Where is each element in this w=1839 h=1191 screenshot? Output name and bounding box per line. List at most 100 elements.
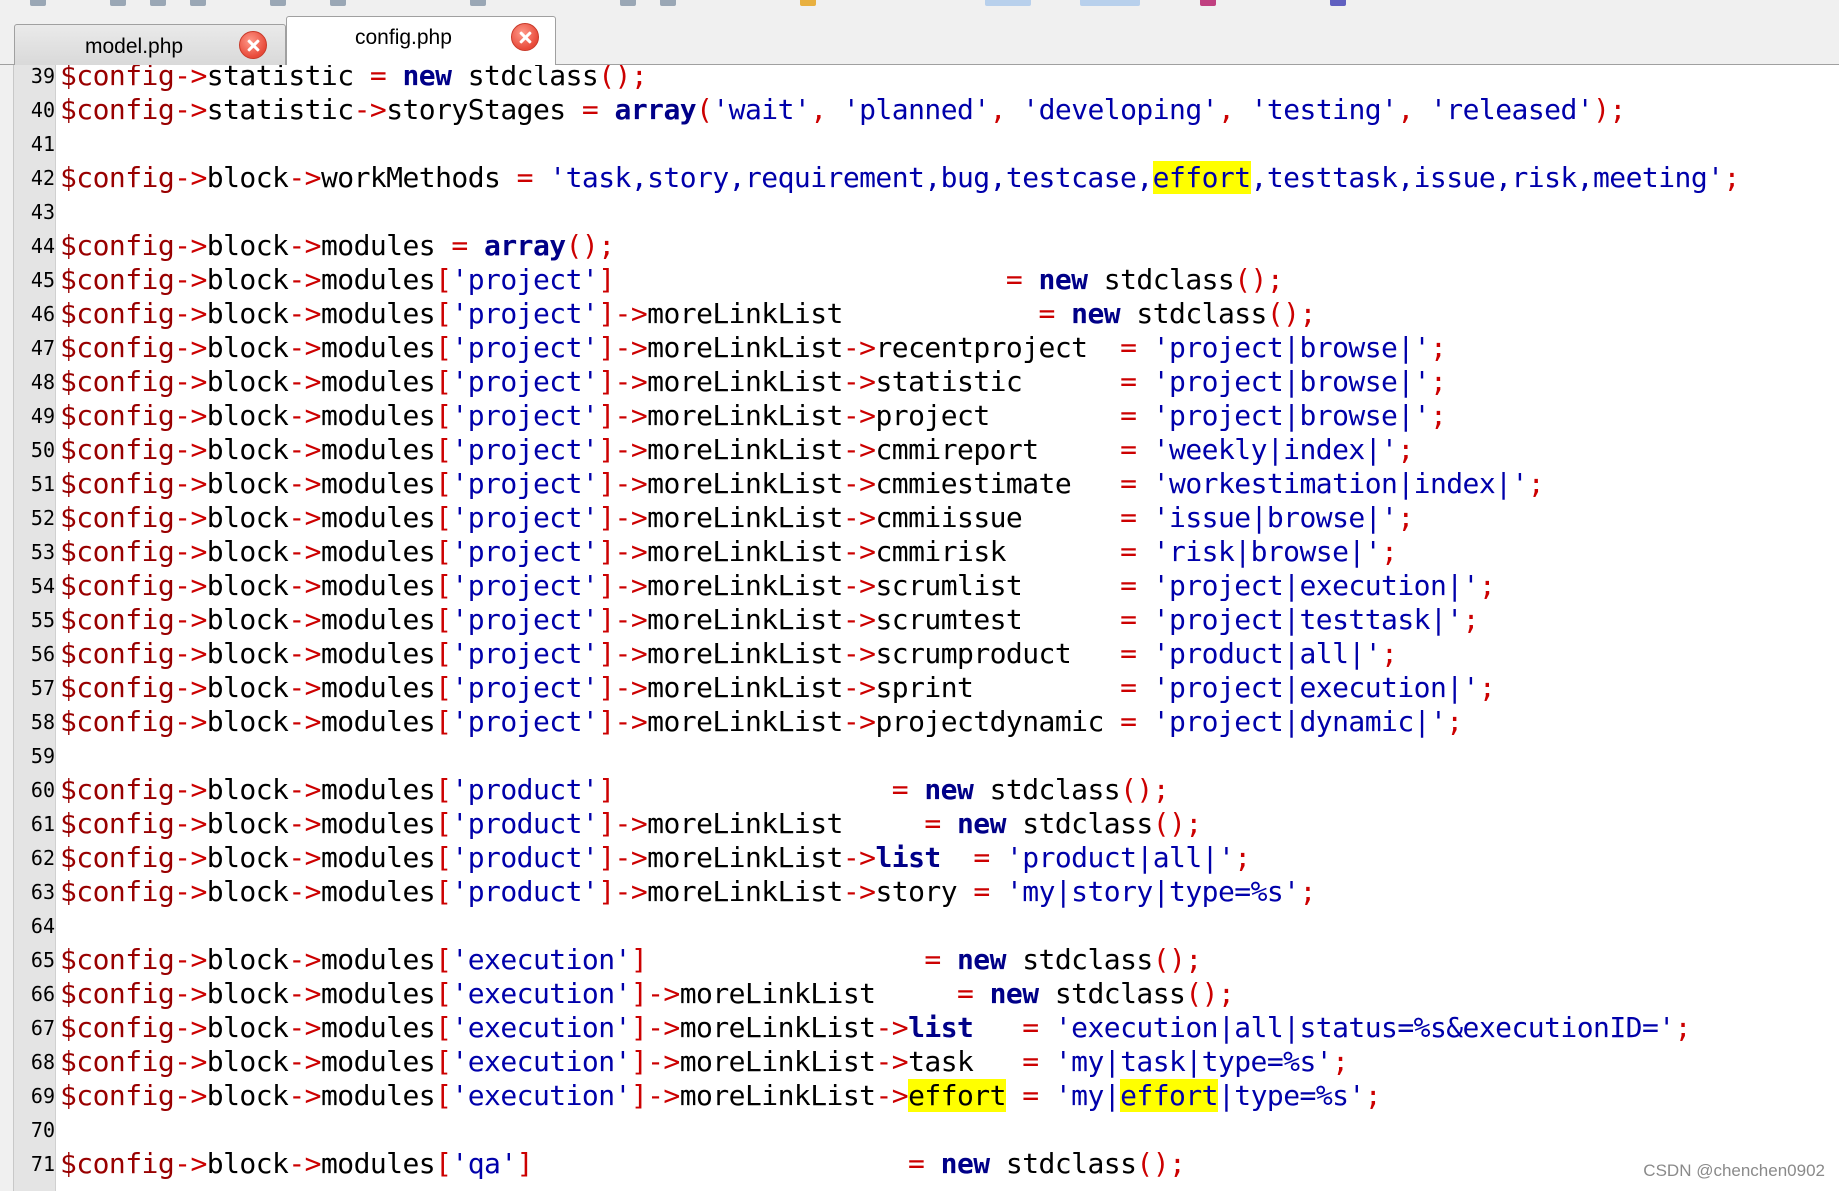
code-line[interactable]: 48 $config->block->modules['project']->mo… bbox=[0, 365, 1839, 399]
code-line[interactable]: 55 $config->block->modules['project']->mo… bbox=[0, 603, 1839, 637]
code-token: -> bbox=[842, 705, 876, 738]
toolbar-icon[interactable] bbox=[985, 0, 1031, 6]
code-line[interactable]: 49 $config->block->modules['project']->mo… bbox=[0, 399, 1839, 433]
tab-label: config.php bbox=[355, 26, 452, 49]
code-token: -> bbox=[288, 161, 321, 194]
code-line[interactable]: 62 $config->block->modules['product']->mo… bbox=[0, 841, 1839, 875]
tab-config-php[interactable]: config.php bbox=[286, 16, 556, 66]
toolbar-icon[interactable] bbox=[30, 0, 46, 6]
code-line[interactable]: 54 $config->block->modules['project']->mo… bbox=[0, 569, 1839, 603]
code-area[interactable]: 39 $config->statistic = new stdclass(); 40… bbox=[0, 65, 1839, 1191]
code-token: moreLinkList bbox=[647, 501, 843, 534]
code-line[interactable]: 40 $config->statistic->storyStages = arra… bbox=[0, 93, 1839, 127]
code-token: array bbox=[614, 93, 697, 126]
code-line[interactable]: 41 bbox=[0, 127, 1839, 161]
code-line[interactable]: 56 $config->block->modules['project']->mo… bbox=[0, 637, 1839, 671]
code-token: block bbox=[206, 1079, 289, 1112]
code-token: = bbox=[1120, 603, 1137, 636]
code-token: = bbox=[581, 93, 599, 126]
close-icon[interactable] bbox=[239, 31, 267, 59]
code-token: 'product' bbox=[451, 773, 599, 806]
code-token: block bbox=[206, 467, 289, 500]
code-token: 'developing' bbox=[1022, 93, 1218, 126]
code-line[interactable]: 42 $config->block->workMethods = 'task,st… bbox=[0, 161, 1839, 195]
code-token: -> bbox=[288, 569, 321, 602]
toolbar-icon[interactable] bbox=[620, 0, 636, 6]
code-line[interactable]: 67 $config->block->modules['execution']->… bbox=[0, 1011, 1839, 1045]
code-line[interactable]: 57 $config->block->modules['project']->mo… bbox=[0, 671, 1839, 705]
code-line[interactable]: 43 bbox=[0, 195, 1839, 229]
code-token: 'wait' bbox=[712, 93, 811, 126]
code-line[interactable]: 52 $config->block->modules['project']->mo… bbox=[0, 501, 1839, 535]
code-token: ; bbox=[1446, 705, 1463, 738]
toolbar-icon[interactable] bbox=[1330, 0, 1346, 6]
code-token: ]-> bbox=[598, 535, 648, 568]
code-line[interactable]: 59 bbox=[0, 739, 1839, 773]
code-line[interactable]: 63 $config->block->modules['product']->mo… bbox=[0, 875, 1839, 909]
toolbar-icon[interactable] bbox=[270, 0, 286, 6]
code-text: $config->block->modules['project'] = new… bbox=[60, 263, 1284, 297]
code-token: 'project|testtask|' bbox=[1152, 603, 1463, 636]
code-line[interactable]: 65 $config->block->modules['execution'] =… bbox=[0, 943, 1839, 977]
code-token: [ bbox=[435, 1011, 452, 1044]
tab-model-php[interactable]: model.php bbox=[14, 24, 286, 65]
code-token: -> bbox=[174, 1079, 207, 1112]
code-line[interactable]: 50 $config->block->modules['project']->mo… bbox=[0, 433, 1839, 467]
code-token: -> bbox=[174, 535, 207, 568]
code-line[interactable]: 66 $config->block->modules['execution']->… bbox=[0, 977, 1839, 1011]
code-line[interactable]: 71 $config->block->modules['qa'] = new st… bbox=[0, 1147, 1839, 1181]
code-line[interactable]: 64 bbox=[0, 909, 1839, 943]
code-editor[interactable]: 39 $config->statistic = new stdclass(); 40… bbox=[0, 65, 1839, 1191]
code-token: block bbox=[206, 433, 289, 466]
code-line[interactable]: 51 $config->block->modules['project']->mo… bbox=[0, 467, 1839, 501]
code-token: -> bbox=[288, 1079, 321, 1112]
line-number: 43 bbox=[30, 200, 55, 224]
toolbar-icon[interactable] bbox=[330, 0, 346, 6]
code-line[interactable]: 45 $config->block->modules['project'] = n… bbox=[0, 263, 1839, 297]
code-token: ]-> bbox=[598, 365, 648, 398]
line-number: 52 bbox=[30, 506, 55, 530]
code-token: new bbox=[957, 807, 1006, 840]
toolbar-icon[interactable] bbox=[110, 0, 126, 6]
code-token: ; bbox=[1429, 365, 1447, 398]
toolbar-icon[interactable] bbox=[470, 0, 486, 6]
code-token: new bbox=[956, 943, 1006, 976]
code-token: 'project' bbox=[451, 399, 599, 432]
code-line[interactable]: 69 $config->block->modules['execution']->… bbox=[0, 1079, 1839, 1113]
code-line[interactable]: 70 bbox=[0, 1113, 1839, 1147]
code-token: modules bbox=[320, 229, 452, 262]
code-line[interactable]: 46 $config->block->modules['project']->mo… bbox=[0, 297, 1839, 331]
code-line[interactable]: 39 $config->statistic = new stdclass(); bbox=[0, 65, 1839, 93]
code-line[interactable]: 47 $config->block->modules['project']->mo… bbox=[0, 331, 1839, 365]
toolbar-icon[interactable] bbox=[1200, 0, 1216, 6]
code-token: -> bbox=[174, 1045, 207, 1078]
code-token: -> bbox=[288, 705, 321, 738]
toolbar-icon[interactable] bbox=[800, 0, 816, 6]
line-number: 64 bbox=[30, 914, 55, 938]
toolbar-icon[interactable] bbox=[1080, 0, 1140, 6]
code-line[interactable]: 53 $config->block->modules['project']->mo… bbox=[0, 535, 1839, 569]
code-line[interactable]: 58 $config->block->modules['project']->mo… bbox=[0, 705, 1839, 739]
line-number: 45 bbox=[30, 268, 55, 292]
code-token: -> bbox=[174, 841, 207, 874]
code-token: -> bbox=[288, 671, 321, 704]
code-line[interactable]: 60 $config->block->modules['product'] = n… bbox=[0, 773, 1839, 807]
line-number: 66 bbox=[30, 982, 55, 1006]
toolbar-icon[interactable] bbox=[150, 0, 166, 6]
close-icon[interactable] bbox=[511, 23, 539, 51]
code-token: $config bbox=[60, 501, 175, 534]
code-token: statistic bbox=[206, 65, 354, 92]
toolbar-icon[interactable] bbox=[660, 0, 676, 6]
toolbar-icon[interactable] bbox=[190, 0, 206, 6]
code-line[interactable]: 61 $config->block->modules['product']->mo… bbox=[0, 807, 1839, 841]
code-token: stdclass bbox=[1120, 297, 1267, 330]
code-token: -> bbox=[842, 467, 876, 500]
code-line[interactable]: 44 $config->block->modules = array(); bbox=[0, 229, 1839, 263]
code-line[interactable]: 68 $config->block->modules['execution']->… bbox=[0, 1045, 1839, 1079]
code-token: block bbox=[206, 603, 289, 636]
